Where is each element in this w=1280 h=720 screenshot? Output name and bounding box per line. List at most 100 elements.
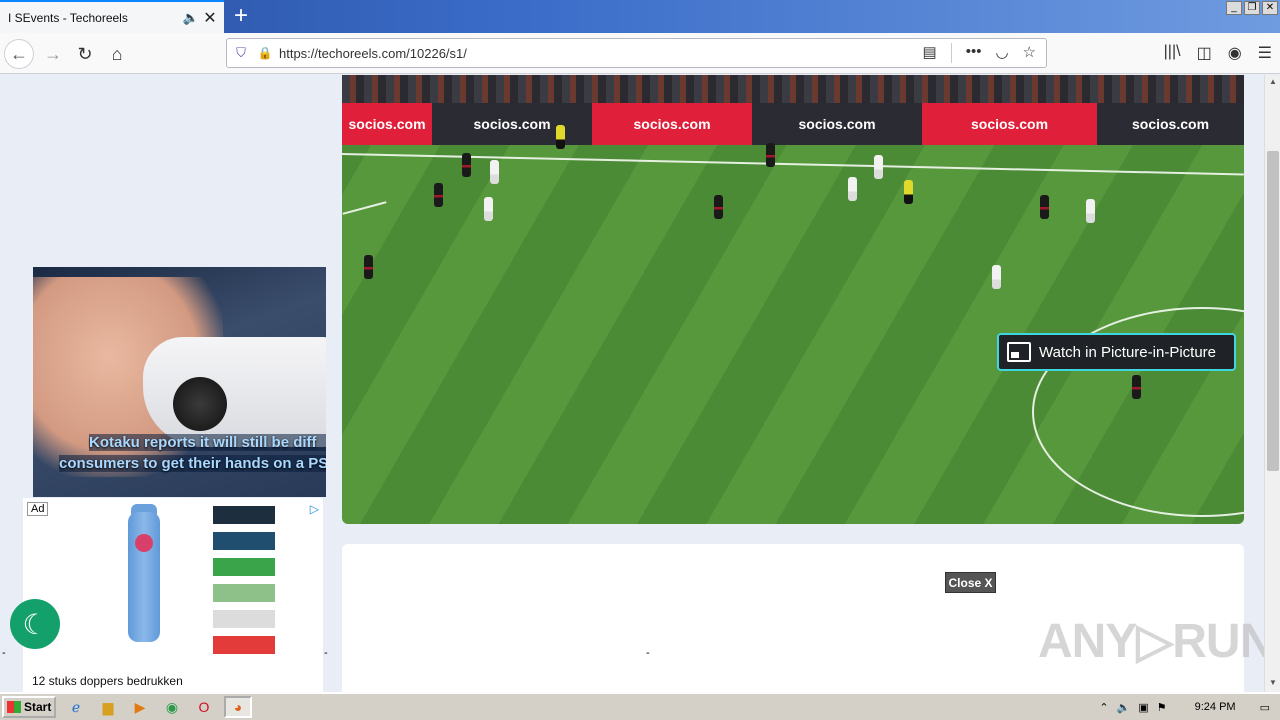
reader-view-icon[interactable]: ▤ — [923, 43, 937, 63]
show-hidden-icons-icon[interactable]: ⌃ — [1099, 701, 1108, 714]
arrow-left-icon: ← — [10, 43, 28, 64]
speaker-icon[interactable]: 🔈 — [182, 10, 200, 26]
close-window-button[interactable]: ✕ — [1262, 1, 1278, 15]
player — [714, 195, 723, 219]
toolbar-right: |||\ ◫ ◉ ☰ — [1164, 43, 1272, 63]
player — [1086, 199, 1095, 223]
player — [434, 183, 443, 207]
action-center-flag-icon[interactable]: ⚑ — [1157, 701, 1167, 714]
tab-title: I SEvents - Techoreels — [8, 10, 128, 25]
stadium-stands — [342, 75, 1244, 103]
anyrun-watermark: ANY▷RUN — [1038, 615, 1264, 668]
sidebar-icon[interactable]: ◫ — [1197, 43, 1212, 63]
network-icon[interactable]: ▣ — [1138, 701, 1148, 714]
close-ad-button[interactable]: Close X — [945, 572, 996, 593]
ad-board: socios.com — [922, 103, 1097, 145]
minimize-button[interactable]: _ — [1226, 1, 1242, 15]
menu-hamburger-icon[interactable]: ☰ — [1258, 43, 1272, 63]
navigation-toolbar: ← → ↻ ⌂ ⛉ 🔒 https://techoreels.com/10226… — [0, 33, 1280, 74]
ie-icon[interactable]: ℯ — [64, 696, 88, 718]
referee — [556, 125, 565, 149]
color-swatch — [213, 558, 275, 576]
ad-video[interactable]: Kotaku reports it will still be diff con… — [33, 267, 326, 497]
pip-icon — [1007, 342, 1031, 362]
scrollbar-thumb[interactable] — [1267, 151, 1279, 471]
tracking-shield-icon[interactable]: ⛉ — [227, 45, 255, 61]
thumbstick-image — [173, 377, 227, 431]
ad-board: socios.com — [342, 103, 432, 145]
account-icon[interactable]: ◉ — [1228, 43, 1242, 63]
clock[interactable]: 9:24 PM — [1195, 701, 1236, 713]
tab-close-icon[interactable]: ✕ — [200, 8, 220, 28]
color-swatch — [213, 506, 275, 524]
show-desktop-icon[interactable]: ▭ — [1260, 701, 1270, 714]
video-caption-line2: consumers to get their hands on a PS — [59, 455, 326, 472]
system-tray: ⌃ 🔈 ▣ ⚑ 9:24 PM ▭ — [1089, 696, 1280, 718]
firefox-icon[interactable]: ◕ — [224, 696, 252, 718]
referee — [904, 180, 913, 204]
url-text[interactable]: https://techoreels.com/10226/s1/ — [275, 46, 923, 61]
arrow-right-icon: → — [44, 43, 62, 64]
dark-mode-toggle-button[interactable]: ☾ — [10, 599, 60, 649]
web-page: socios.com socios.com socios.com socios.… — [0, 75, 1264, 692]
divider — [950, 43, 952, 63]
reload-button[interactable]: ↻ — [70, 39, 100, 69]
player — [766, 143, 775, 167]
ad-board: socios.com — [592, 103, 752, 145]
library-icon[interactable]: |||\ — [1164, 43, 1181, 63]
reload-icon: ↻ — [77, 43, 93, 64]
touchline — [342, 153, 1244, 176]
ad-title-link[interactable]: 12 stuks doppers bedrukken — [32, 674, 183, 688]
color-swatch — [213, 584, 275, 602]
home-icon: ⌂ — [111, 43, 123, 64]
player — [848, 177, 857, 201]
start-label: Start — [24, 700, 52, 714]
windows-taskbar: Start ℯ ▆ ▶ ◉ O ◕ ⌃ 🔈 ▣ ⚑ 9:24 PM ▭ — [0, 692, 1280, 720]
controller-image — [143, 337, 326, 447]
media-player-icon[interactable]: ▶ — [128, 696, 152, 718]
separator-text: - — [2, 647, 6, 659]
player — [1040, 195, 1049, 219]
scroll-down-icon[interactable]: ▼ — [1267, 678, 1279, 690]
forward-button[interactable]: → — [38, 39, 68, 69]
address-bar[interactable]: ⛉ 🔒 https://techoreels.com/10226/s1/ ▤ •… — [226, 38, 1047, 68]
bottle-image — [128, 512, 160, 642]
start-button[interactable]: Start — [2, 696, 56, 718]
folder-icon[interactable]: ▆ — [96, 696, 120, 718]
player — [490, 160, 499, 184]
separator-text: - — [324, 647, 328, 659]
pocket-icon[interactable]: ◡ — [995, 43, 1008, 63]
volume-icon[interactable]: 🔈 — [1117, 701, 1131, 714]
lock-icon[interactable]: 🔒 — [255, 46, 275, 60]
browser-tab-active[interactable]: I SEvents - Techoreels 🔈 ✕ — [0, 0, 224, 33]
windows-logo-icon — [7, 701, 21, 713]
more-actions-icon[interactable]: ••• — [966, 43, 982, 63]
pip-label: Watch in Picture-in-Picture — [1039, 343, 1216, 361]
player — [364, 255, 373, 279]
new-tab-button[interactable]: + — [228, 4, 254, 30]
adchoices-icon[interactable]: ▷ — [310, 502, 319, 516]
ad-board: socios.com — [432, 103, 592, 145]
ad-board: socios.com — [1097, 103, 1244, 145]
picture-in-picture-button[interactable]: Watch in Picture-in-Picture — [997, 333, 1236, 371]
bookmark-star-icon[interactable]: ☆ — [1023, 43, 1036, 63]
player — [992, 265, 1001, 289]
color-swatch — [213, 532, 275, 550]
restore-button[interactable]: ❐ — [1244, 1, 1260, 15]
player — [1132, 375, 1141, 399]
ad-banner[interactable]: Ad ▷ 12 stuks doppers bedrukken — [23, 498, 323, 692]
back-button[interactable]: ← — [4, 39, 34, 69]
browser-titlebar: I SEvents - Techoreels 🔈 ✕ + _ ❐ ✕ — [0, 0, 1280, 33]
video-player[interactable]: socios.com socios.com socios.com socios.… — [342, 75, 1244, 524]
home-button[interactable]: ⌂ — [102, 39, 132, 69]
page-scrollbar[interactable]: ▲ ▼ — [1264, 75, 1280, 692]
player — [484, 197, 493, 221]
color-swatch — [213, 610, 275, 628]
chrome-icon[interactable]: ◉ — [160, 696, 184, 718]
separator-text: - — [646, 647, 650, 659]
bottle-logo — [135, 534, 153, 552]
scroll-up-icon[interactable]: ▲ — [1267, 77, 1279, 89]
video-caption-line1: Kotaku reports it will still be diff — [89, 434, 326, 451]
opera-icon[interactable]: O — [192, 696, 216, 718]
moon-icon: ☾ — [22, 608, 48, 640]
